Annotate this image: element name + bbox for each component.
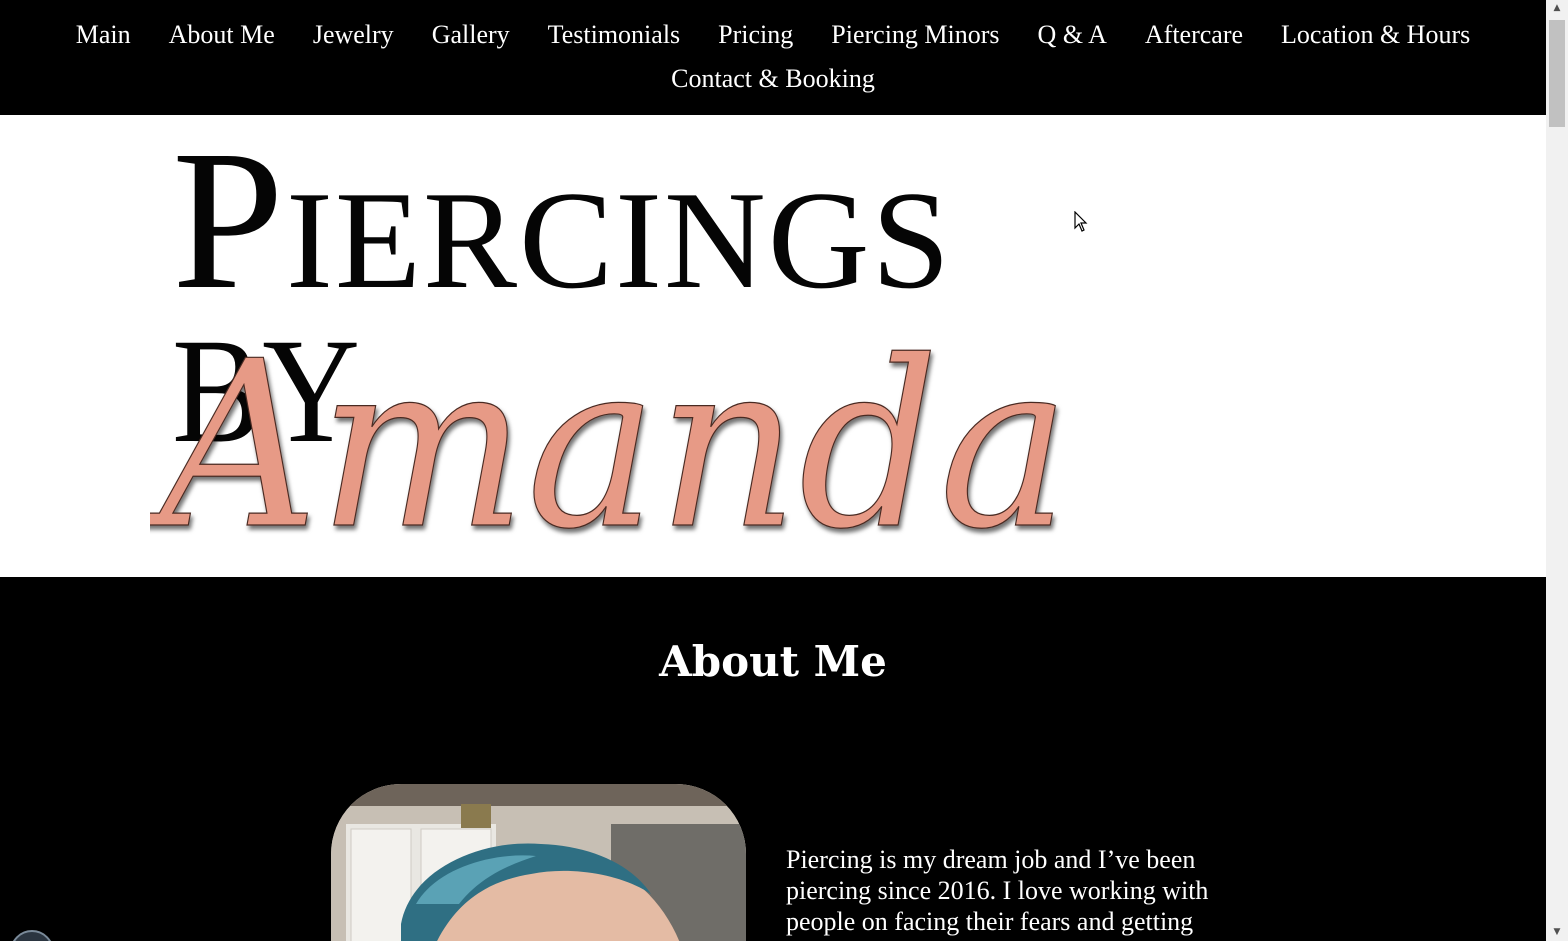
about-heading: About Me: [659, 637, 887, 686]
logo-script-amanda: Amanda: [150, 313, 1070, 577]
profile-photo: [331, 784, 746, 941]
nav-link-main[interactable]: Main: [76, 20, 131, 50]
nav-link-location-hours[interactable]: Location & Hours: [1281, 20, 1470, 50]
nav-row-1: Main About Me Jewelry Gallery Testimonia…: [0, 15, 1546, 55]
about-paragraph: Piercing is my dream job and I’ve been p…: [786, 845, 1209, 936]
nav-link-piercing-minors[interactable]: Piercing Minors: [831, 20, 999, 50]
nav-link-gallery[interactable]: Gallery: [432, 20, 510, 50]
scroll-up-arrow-icon[interactable]: ▲: [1546, 0, 1568, 17]
nav-link-testimonials[interactable]: Testimonials: [548, 20, 681, 50]
nav-link-contact-booking[interactable]: Contact & Booking: [671, 64, 875, 94]
nav-link-q-and-a[interactable]: Q & A: [1038, 20, 1107, 50]
page: Main About Me Jewelry Gallery Testimonia…: [0, 0, 1546, 941]
logo-line-piercings: Piercings: [172, 115, 952, 331]
top-navigation: Main About Me Jewelry Gallery Testimonia…: [0, 0, 1546, 115]
vertical-scrollbar[interactable]: ▲ ▼: [1546, 0, 1568, 941]
hero-banner: Piercings BY Amanda: [0, 115, 1546, 577]
nav-link-pricing[interactable]: Pricing: [718, 20, 793, 50]
mouse-cursor-icon: [1074, 211, 1088, 232]
nav-row-2: Contact & Booking: [0, 59, 1546, 99]
nav-link-aftercare[interactable]: Aftercare: [1145, 20, 1243, 50]
nav-link-jewelry[interactable]: Jewelry: [313, 20, 394, 50]
scrollbar-thumb[interactable]: [1549, 20, 1565, 127]
scroll-down-arrow-icon[interactable]: ▼: [1546, 924, 1568, 941]
about-section: About Me Piercing is my dream job and I’…: [0, 577, 1546, 941]
site-logo[interactable]: Piercings BY Amanda: [150, 115, 1090, 577]
nav-link-about-me[interactable]: About Me: [169, 20, 275, 50]
